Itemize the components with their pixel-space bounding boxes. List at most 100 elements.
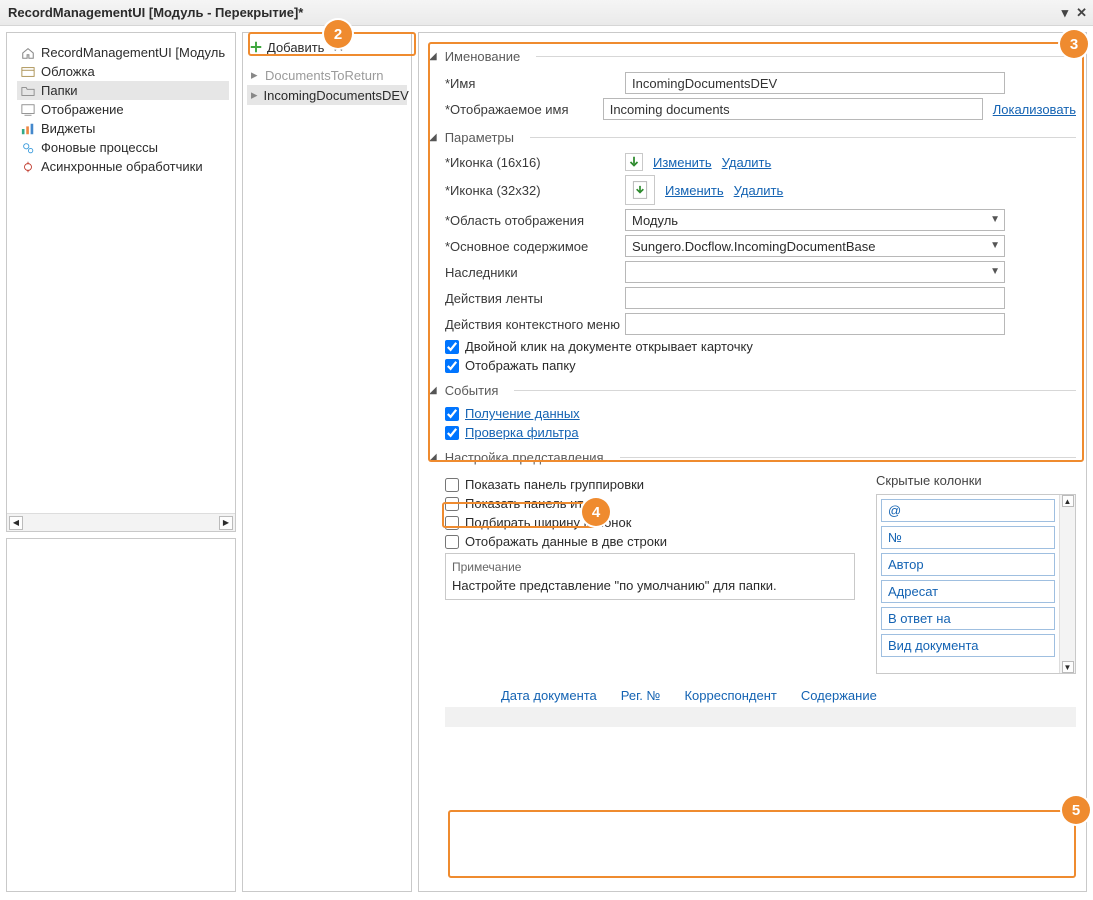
chevron-down-icon: ◢ — [429, 51, 437, 62]
hidden-cols-title: Скрытые колонки — [876, 473, 1076, 488]
icon32-change-link[interactable]: Изменить — [665, 183, 724, 198]
section-params[interactable]: ◢ Параметры — [429, 130, 1076, 145]
ctxmenu-actions-input[interactable] — [625, 313, 1005, 335]
dropdown-icon[interactable]: ▾ — [1062, 5, 1069, 21]
tree-root[interactable]: RecordManagementUI [Модуль — [17, 43, 229, 62]
display-area-value: Модуль — [632, 213, 678, 228]
card-icon — [21, 65, 35, 79]
grid-col[interactable]: Корреспондент — [684, 688, 776, 703]
home-icon — [21, 46, 35, 60]
tree-item-cover[interactable]: Обложка — [17, 62, 229, 81]
section-title: Настройка представления — [445, 450, 604, 465]
async-icon — [21, 160, 35, 174]
get-data-link[interactable]: Получение данных — [465, 406, 580, 421]
show-group-panel-checkbox[interactable] — [445, 478, 459, 492]
preview-grid: Дата документа Рег. № Корреспондент Соде… — [445, 684, 1076, 727]
divider — [530, 137, 1076, 138]
icon-16-preview — [625, 153, 643, 171]
ribbon-actions-label: Действия ленты — [445, 291, 625, 306]
displayname-input[interactable] — [603, 98, 983, 120]
tree-item-label: Виджеты — [41, 121, 95, 136]
scroll-left-icon[interactable]: ◀ — [9, 516, 23, 530]
hidden-col-item[interactable]: В ответ на — [881, 607, 1055, 630]
grid-col[interactable]: Содержание — [801, 688, 877, 703]
folder-item-incoming-dev[interactable]: ▸ IncomingDocumentsDEV — [247, 85, 407, 105]
left-bottom-panel — [6, 538, 236, 892]
name-input[interactable] — [625, 72, 1005, 94]
filter-check-link[interactable]: Проверка фильтра — [465, 425, 579, 440]
titlebar: RecordManagementUI [Модуль - Перекрытие]… — [0, 0, 1093, 26]
divider — [620, 457, 1076, 458]
hidden-col-item[interactable]: Вид документа — [881, 634, 1055, 657]
section-title: Именование — [445, 49, 521, 64]
filter-check-checkbox[interactable] — [445, 426, 459, 440]
tree-item-label: Фоновые процессы — [41, 140, 158, 155]
ctxmenu-actions-label: Действия контекстного меню — [445, 317, 625, 332]
scroll-down-icon[interactable]: ▼ — [1062, 661, 1074, 673]
left-tree-hscroll[interactable]: ◀ ▶ — [7, 513, 235, 531]
grid-row[interactable] — [445, 707, 1076, 727]
chevron-right-icon: ▸ — [251, 67, 259, 83]
callout-2: 2 — [324, 20, 352, 48]
properties-panel: ◢ Именование *Имя *Отображаемое имя Лока… — [418, 32, 1087, 892]
grid-col[interactable]: Дата документа — [501, 688, 597, 703]
grid-header[interactable]: Дата документа Рег. № Корреспондент Соде… — [445, 684, 1076, 707]
folder-icon — [21, 84, 35, 98]
auto-col-width-checkbox[interactable] — [445, 516, 459, 530]
name-label: *Имя — [445, 76, 625, 91]
divider — [514, 390, 1076, 391]
show-totals-panel-checkbox[interactable] — [445, 497, 459, 511]
close-icon[interactable]: ✕ — [1076, 5, 1087, 21]
tree-item-async[interactable]: Асинхронные обработчики — [17, 157, 229, 176]
dblclick-opens-card-label: Двойной клик на документе открывает карт… — [465, 339, 753, 354]
hidden-col-item[interactable]: Адресат — [881, 580, 1055, 603]
tree-item-display[interactable]: Отображение — [17, 100, 229, 119]
tree-item-label: Папки — [41, 83, 78, 98]
tree-item-folders[interactable]: Папки — [17, 81, 229, 100]
tree-item-label: Обложка — [41, 64, 95, 79]
localize-link[interactable]: Локализовать — [993, 102, 1076, 117]
add-button[interactable]: Добавить — [249, 40, 324, 55]
chevron-down-icon: ▼ — [990, 240, 1000, 251]
hidden-cols-list[interactable]: @ № Автор Адресат В ответ на Вид докумен… — [877, 495, 1059, 673]
heirs-select[interactable]: ▼ — [625, 261, 1005, 283]
icon16-change-link[interactable]: Изменить — [653, 155, 712, 170]
main-content-select[interactable]: Sungero.Docflow.IncomingDocumentBase ▼ — [625, 235, 1005, 257]
folder-item-documents-to-return[interactable]: ▸ DocumentsToReturn — [247, 65, 407, 85]
grid-col[interactable]: Рег. № — [621, 688, 661, 703]
two-line-data-label: Отображать данные в две строки — [465, 534, 667, 549]
chevron-down-icon: ◢ — [429, 132, 437, 143]
tree-item-widgets[interactable]: Виджеты — [17, 119, 229, 138]
icon32-delete-link[interactable]: Удалить — [734, 183, 784, 198]
hidden-col-item[interactable]: № — [881, 526, 1055, 549]
show-folder-checkbox[interactable] — [445, 359, 459, 373]
callout-3: 3 — [1060, 30, 1088, 58]
left-column: RecordManagementUI [Модуль Обложка — [6, 32, 236, 892]
plus-icon — [249, 40, 263, 54]
hidden-col-item[interactable]: @ — [881, 499, 1055, 522]
section-events[interactable]: ◢ События — [429, 383, 1076, 398]
display-area-select[interactable]: Модуль ▼ — [625, 209, 1005, 231]
callout-5: 5 — [1062, 796, 1090, 824]
callout-4: 4 — [582, 498, 610, 526]
chevron-down-icon: ▼ — [990, 266, 1000, 277]
section-view[interactable]: ◢ Настройка представления — [429, 450, 1076, 465]
dblclick-opens-card-checkbox[interactable] — [445, 340, 459, 354]
ribbon-actions-input[interactable] — [625, 287, 1005, 309]
scroll-right-icon[interactable]: ▶ — [219, 516, 233, 530]
section-naming[interactable]: ◢ Именование — [429, 49, 1076, 64]
tree-item-label: Отображение — [41, 102, 124, 117]
icon16-delete-link[interactable]: Удалить — [722, 155, 772, 170]
main-content-value: Sungero.Docflow.IncomingDocumentBase — [632, 239, 876, 254]
widgets-icon — [21, 122, 35, 136]
hidden-cols-scrollbar[interactable]: ▲ ▼ — [1059, 495, 1075, 673]
get-data-checkbox[interactable] — [445, 407, 459, 421]
folders-list[interactable]: ▸ DocumentsToReturn ▸ IncomingDocumentsD… — [243, 61, 411, 109]
hidden-col-item[interactable]: Автор — [881, 553, 1055, 576]
hidden-cols-box: @ № Автор Адресат В ответ на Вид докумен… — [876, 494, 1076, 674]
tree-item-bgproc[interactable]: Фоновые процессы — [17, 138, 229, 157]
scroll-up-icon[interactable]: ▲ — [1062, 495, 1074, 507]
window-title: RecordManagementUI [Модуль - Перекрытие]… — [8, 5, 303, 20]
two-line-data-checkbox[interactable] — [445, 535, 459, 549]
module-tree[interactable]: RecordManagementUI [Модуль Обложка — [7, 33, 235, 186]
